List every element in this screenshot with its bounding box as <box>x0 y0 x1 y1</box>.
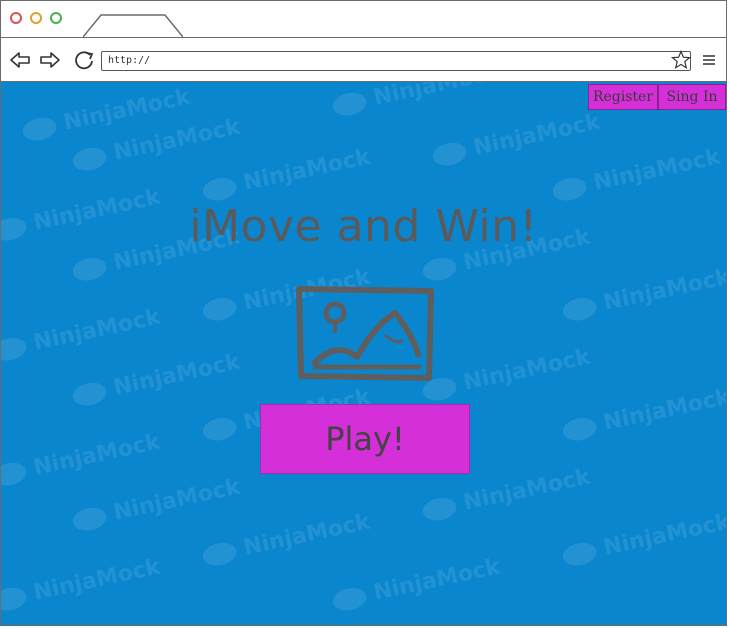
url-input[interactable]: http:// <box>101 51 691 71</box>
address-toolbar: http:// <box>1 38 726 82</box>
watermark: NinjaMock <box>70 350 242 410</box>
browser-window: http:// NinjaMock NinjaMock NinjaMock Ni… <box>0 0 727 626</box>
play-button[interactable]: Play! <box>260 404 470 474</box>
watermark: NinjaMock <box>200 145 372 205</box>
maximize-window-button[interactable] <box>50 12 62 24</box>
close-window-button[interactable] <box>10 12 22 24</box>
watermark: NinjaMock <box>330 555 502 615</box>
watermark: NinjaMock <box>1 305 162 365</box>
watermark: NinjaMock <box>430 110 602 170</box>
watermark: NinjaMock <box>560 265 726 325</box>
bookmark-star-icon[interactable] <box>671 50 691 70</box>
minimize-window-button[interactable] <box>30 12 42 24</box>
watermark: NinjaMock <box>420 345 592 405</box>
watermark: NinjaMock <box>560 385 726 445</box>
hamburger-menu-icon[interactable] <box>701 50 717 70</box>
watermark: NinjaMock <box>20 85 192 145</box>
reload-icon[interactable] <box>73 50 95 70</box>
watermark: NinjaMock <box>70 115 242 175</box>
title-bar <box>1 1 726 38</box>
sign-in-button[interactable]: Sing In <box>658 84 726 110</box>
watermark: NinjaMock <box>1 555 162 615</box>
watermark: NinjaMock <box>70 475 242 535</box>
browser-tab[interactable] <box>83 13 183 37</box>
watermark: NinjaMock <box>200 510 372 570</box>
watermark: NinjaMock <box>550 145 722 205</box>
forward-arrow-icon[interactable] <box>39 50 61 70</box>
page-title: iMove and Win! <box>189 201 538 252</box>
watermark: NinjaMock <box>1 430 162 490</box>
back-arrow-icon[interactable] <box>9 50 31 70</box>
page-viewport: NinjaMock NinjaMock NinjaMock NinjaMock … <box>1 82 726 625</box>
image-placeholder-icon <box>296 286 434 381</box>
register-button[interactable]: Register <box>588 84 658 110</box>
watermark: NinjaMock <box>330 82 502 119</box>
watermark: NinjaMock <box>560 510 726 570</box>
